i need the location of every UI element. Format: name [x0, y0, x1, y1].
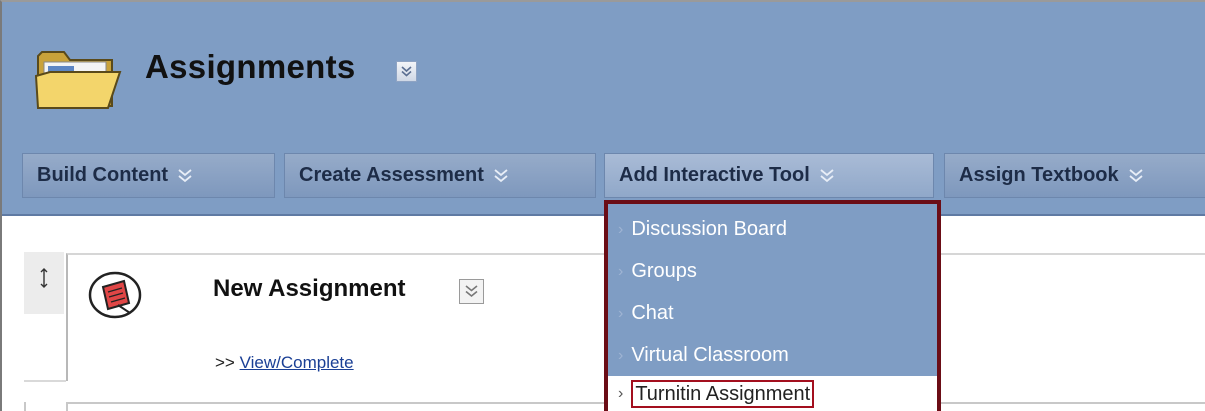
- title-options-button[interactable]: [396, 61, 417, 82]
- chevron-right-icon: ›: [618, 384, 624, 402]
- vertical-arrows-icon: [40, 268, 48, 288]
- chevron-right-icon: ›: [618, 304, 624, 322]
- divider: [24, 380, 66, 382]
- menu-item-label: Virtual Classroom: [631, 344, 789, 366]
- page-title: Assignments: [145, 48, 356, 85]
- double-chevron-down-icon: [494, 168, 508, 183]
- assignment-icon: [88, 271, 142, 319]
- folder-icon: [34, 51, 122, 109]
- double-chevron-down-icon: [401, 66, 412, 77]
- menu-item-virtual-classroom[interactable]: › Virtual Classroom: [608, 335, 937, 376]
- chevron-right-icon: ›: [618, 220, 624, 238]
- double-chevron-down-icon: [178, 168, 192, 183]
- link-prefix: >>: [215, 353, 235, 372]
- add-interactive-tool-label: Add Interactive Tool: [619, 164, 810, 186]
- menu-item-chat[interactable]: › Chat: [608, 293, 937, 334]
- double-chevron-down-icon: [465, 285, 478, 298]
- menu-item-label: Groups: [631, 260, 697, 282]
- chevron-right-icon: ›: [618, 346, 624, 364]
- menu-item-label: Turnitin Assignment: [631, 379, 815, 408]
- assign-textbook-button[interactable]: Assign Textbook: [944, 153, 1205, 198]
- menu-item-label: Discussion Board: [631, 218, 787, 240]
- item-title[interactable]: New Assignment: [213, 275, 405, 303]
- item-options-button[interactable]: [459, 279, 484, 304]
- interactive-tool-menu: › Discussion Board › Groups › Chat › Vir…: [604, 200, 941, 411]
- view-link-row: >> View/Complete: [215, 353, 354, 373]
- assign-textbook-label: Assign Textbook: [959, 164, 1119, 186]
- view-complete-link[interactable]: View/Complete: [240, 353, 354, 372]
- menu-item-discussion-board[interactable]: › Discussion Board: [608, 209, 937, 250]
- menu-item-turnitin-assignment[interactable]: › Turnitin Assignment: [608, 376, 937, 411]
- divider: [24, 402, 26, 411]
- double-chevron-down-icon: [820, 168, 834, 183]
- create-assessment-button[interactable]: Create Assessment: [284, 153, 596, 198]
- menu-item-label: Chat: [631, 302, 674, 324]
- create-assessment-label: Create Assessment: [299, 164, 484, 186]
- build-content-button[interactable]: Build Content: [22, 153, 275, 198]
- chevron-right-icon: ›: [618, 262, 624, 280]
- build-content-label: Build Content: [37, 164, 169, 186]
- drag-handle[interactable]: [24, 252, 64, 314]
- double-chevron-down-icon: [1129, 168, 1143, 183]
- menu-item-groups[interactable]: › Groups: [608, 251, 937, 292]
- add-interactive-tool-button[interactable]: Add Interactive Tool: [604, 153, 934, 198]
